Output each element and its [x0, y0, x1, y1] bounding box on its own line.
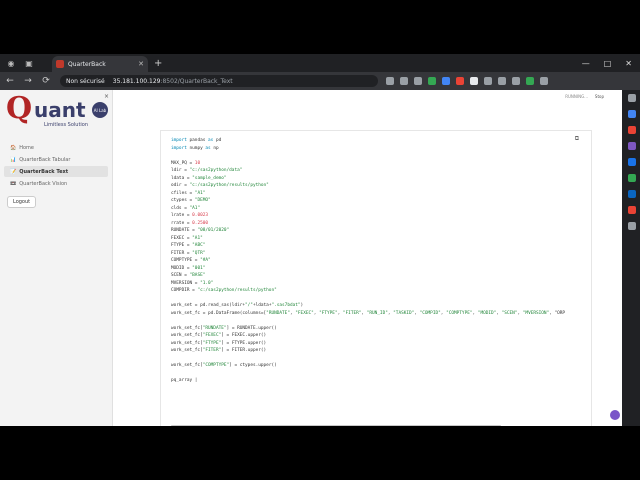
window-controls: — □ ✕: [582, 59, 632, 68]
logo-letter-q: Q: [6, 91, 33, 126]
sidebar-item-quarterback-text[interactable]: 📝 QuarterBack Text: [4, 166, 108, 177]
side-tool-green-icon[interactable]: [628, 174, 636, 182]
browser-side-panel: [624, 90, 640, 426]
side-tool-red2-icon[interactable]: [628, 206, 636, 214]
favicon-icon: [56, 60, 64, 68]
sidebar-nav: 🏠 Home 📊 QuarterBack Tabular 📝 QuarterBa…: [4, 142, 108, 190]
zoom-icon[interactable]: [400, 77, 408, 85]
sidebar-item-quarterback-vision[interactable]: 📼 QuarterBack Vision: [4, 178, 108, 189]
minimize-button[interactable]: —: [582, 59, 590, 68]
address-bar-row: ← → ⟳ Non sécurisé 35.181.100.129:8502/Q…: [0, 72, 640, 90]
close-window-button[interactable]: ✕: [625, 59, 632, 68]
logo-tagline: Limitless Solution: [44, 122, 89, 128]
assistant-bubble-icon[interactable]: [610, 410, 620, 420]
code-text: import pandas as pd import numpy as np M…: [171, 138, 566, 383]
tab-close-icon[interactable]: ✕: [138, 60, 144, 68]
sidebar: Q uant AI Lab Limitless Solution × 🏠 Hom…: [0, 90, 113, 426]
sidebar-item-quarterback-tabular[interactable]: 📊 QuarterBack Tabular: [4, 154, 108, 165]
maximize-button[interactable]: □: [604, 59, 612, 68]
extension-white-icon[interactable]: [470, 77, 478, 85]
translate-icon[interactable]: [386, 77, 394, 85]
page-viewport: Q uant AI Lab Limitless Solution × 🏠 Hom…: [0, 90, 622, 430]
address-bar[interactable]: Non sécurisé 35.181.100.129:8502/Quarter…: [60, 75, 378, 87]
sidebar-item-home[interactable]: 🏠 Home: [4, 142, 108, 153]
side-tool-blue2-icon[interactable]: [628, 158, 636, 166]
extensions-bar: [386, 77, 548, 85]
sidebar-item-label: Home: [19, 144, 34, 151]
add-icon[interactable]: [628, 222, 636, 230]
running-status: RUNNING...: [565, 94, 588, 99]
url-path: :8502/QuarterBack_Text: [160, 77, 233, 85]
favorites-icon[interactable]: [498, 77, 506, 85]
url-host: 35.181.100.129: [112, 77, 161, 85]
extension-green-icon[interactable]: [428, 77, 436, 85]
browser-tab[interactable]: QuarterBack ✕: [52, 56, 148, 72]
collections-icon[interactable]: [512, 77, 520, 85]
forward-button[interactable]: →: [20, 76, 36, 86]
black-bar: [0, 426, 640, 480]
extension-red-icon[interactable]: [456, 77, 464, 85]
extension-blue-icon[interactable]: [442, 77, 450, 85]
tab-groups-icon[interactable]: ▣: [22, 56, 36, 70]
sidebar-close-icon[interactable]: ×: [104, 93, 109, 100]
sidebar-item-label: QuarterBack Tabular: [19, 156, 71, 163]
linkedin-icon[interactable]: [628, 190, 636, 198]
logo-word: uant: [34, 98, 86, 122]
logout-button[interactable]: Logout: [7, 196, 37, 208]
stop-button[interactable]: Stop: [595, 94, 604, 99]
extension-green2-icon[interactable]: [526, 77, 534, 85]
search-icon[interactable]: [628, 94, 636, 102]
sidebar-item-label: QuarterBack Vision: [19, 180, 68, 187]
tab-bar: ◉ ▣ QuarterBack ✕ + — □ ✕: [0, 54, 640, 72]
profile-icon[interactable]: ◉: [4, 56, 18, 70]
side-tool-purple-icon[interactable]: [628, 142, 636, 150]
bookmark-star-icon[interactable]: [414, 77, 422, 85]
memo-icon: 📝: [10, 168, 17, 175]
chart-icon: 📊: [10, 156, 17, 163]
sidebar-item-label: QuarterBack Text: [19, 168, 69, 175]
extensions-puzzle-icon[interactable]: [484, 77, 492, 85]
code-block: ⧉ import pandas as pd import numpy as np…: [160, 130, 592, 430]
side-tool-red-icon[interactable]: [628, 126, 636, 134]
reload-button[interactable]: ⟳: [38, 76, 54, 86]
quant-logo: Q uant AI Lab Limitless Solution: [6, 94, 110, 130]
tab-title: QuarterBack: [68, 60, 106, 68]
back-button[interactable]: ←: [2, 76, 18, 86]
security-indicator[interactable]: Non sécurisé: [66, 78, 105, 85]
side-tool-blue-icon[interactable]: [628, 110, 636, 118]
menu-icon[interactable]: [540, 77, 548, 85]
url-text: 35.181.100.129:8502/QuarterBack_Text: [113, 78, 233, 85]
new-tab-button[interactable]: +: [154, 58, 162, 69]
home-icon: 🏠: [10, 144, 17, 151]
logo-badge: AI Lab: [92, 102, 108, 118]
video-icon: 📼: [10, 180, 17, 187]
screen: ◉ ▣ QuarterBack ✕ + — □ ✕ ← → ⟳ Non sécu…: [0, 54, 640, 430]
